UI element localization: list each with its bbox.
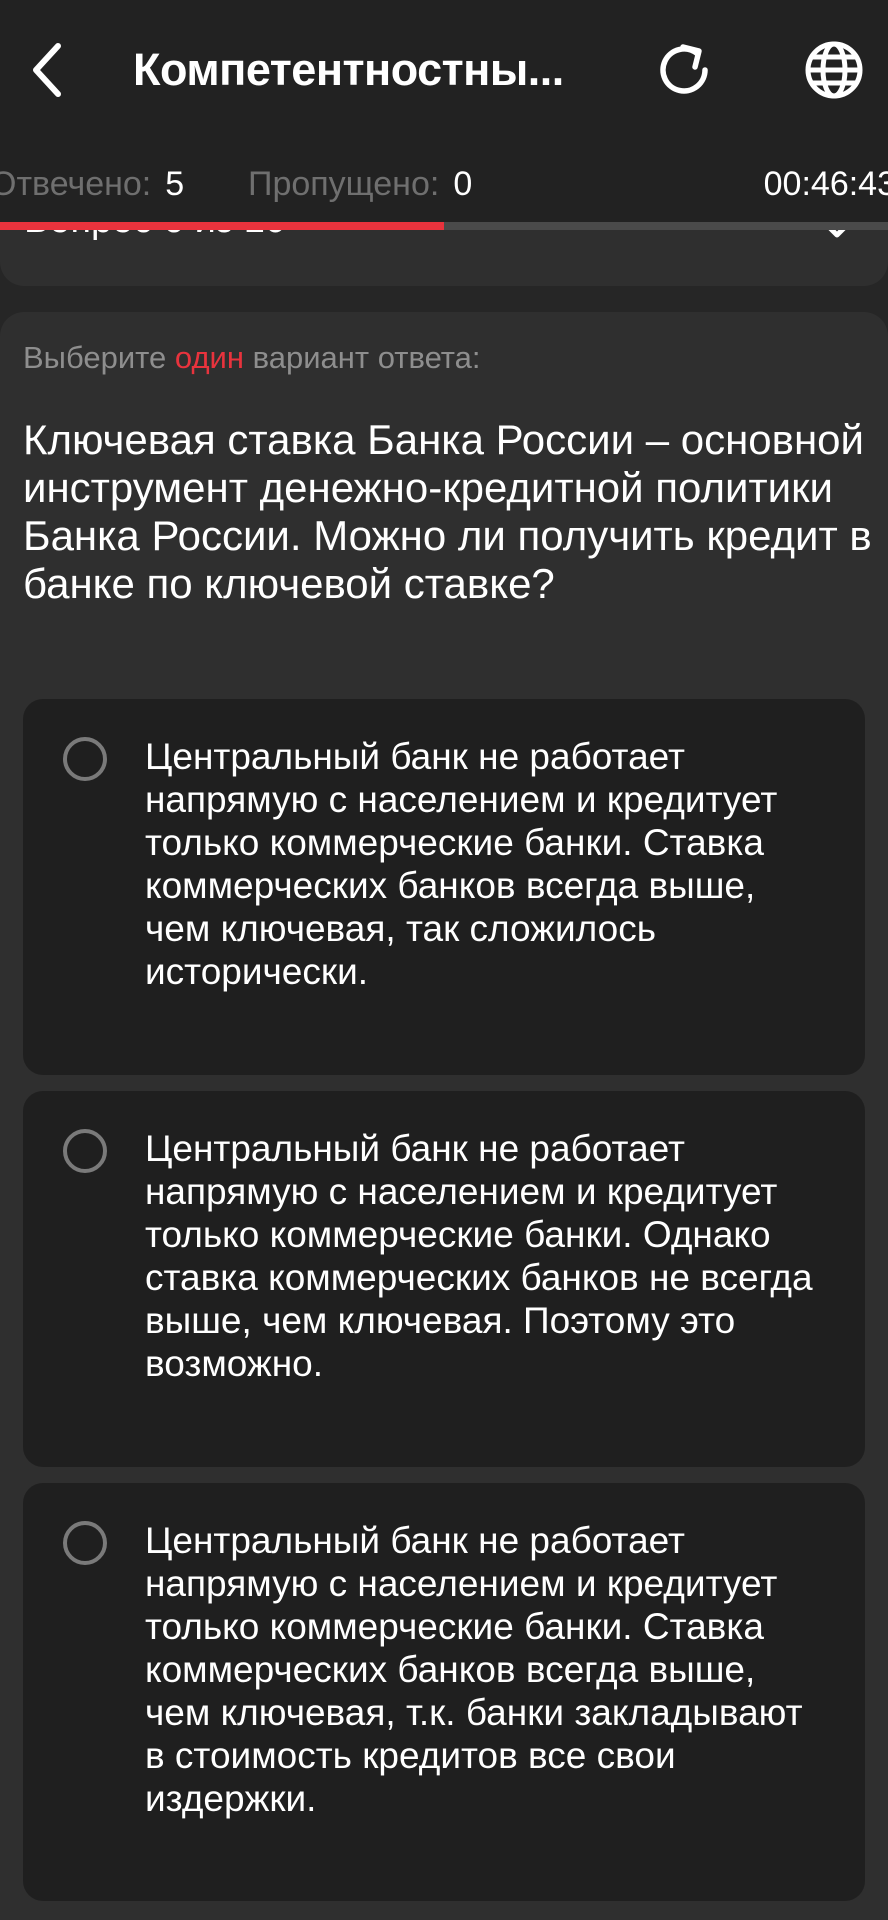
stats-bar: Отвечено: 5 Пропущено: 0 00:46:43 (0, 140, 888, 222)
skipped-counter: Пропущено: 0 (248, 164, 472, 204)
skipped-label: Пропущено: (248, 165, 440, 203)
answered-counter: Отвечено: 5 (0, 164, 184, 204)
back-button[interactable] (22, 34, 72, 106)
answer-option[interactable]: Центральный банк не работает напрямую с … (23, 699, 865, 1075)
answer-option-text: Центральный банк не работает напрямую с … (145, 1128, 813, 1384)
progress-fill (0, 222, 444, 230)
question-selector[interactable]: Вопрос 6 из 10 (0, 222, 888, 286)
instruction-prefix: Выберите (23, 340, 167, 375)
progress-bar (0, 222, 888, 230)
instruction-suffix: вариант ответа: (252, 340, 481, 375)
radio-button[interactable] (63, 737, 107, 781)
answer-option-text: Центральный банк не работает напрямую с … (145, 1520, 803, 1819)
refresh-button[interactable] (648, 34, 720, 106)
radio-button[interactable] (63, 1521, 107, 1565)
question-text: Ключевая ставка Банка России – основной … (23, 416, 872, 607)
answer-option-text: Центральный банк не работает напрямую с … (145, 736, 778, 992)
language-button[interactable] (798, 34, 870, 106)
chevron-left-icon (33, 43, 61, 97)
refresh-icon (660, 44, 708, 94)
timer: 00:46:43 (763, 165, 888, 203)
answered-value: 5 (165, 165, 185, 203)
answer-option[interactable]: Центральный банк не работает напрямую с … (23, 1483, 865, 1901)
skipped-value: 0 (453, 165, 473, 203)
app-bar: Компетентностны... (0, 0, 888, 140)
radio-button[interactable] (63, 1129, 107, 1173)
answer-option[interactable]: Центральный банк не работает напрямую с … (23, 1091, 865, 1467)
question-card: Выберите один вариант ответа: Ключевая с… (0, 312, 888, 1920)
answer-instruction: Выберите один вариант ответа: (23, 338, 481, 378)
page-title: Компетентностны... (133, 44, 564, 95)
instruction-accent: один (174, 340, 244, 375)
globe-icon (805, 41, 863, 99)
answered-label: Отвечено: (0, 165, 152, 203)
